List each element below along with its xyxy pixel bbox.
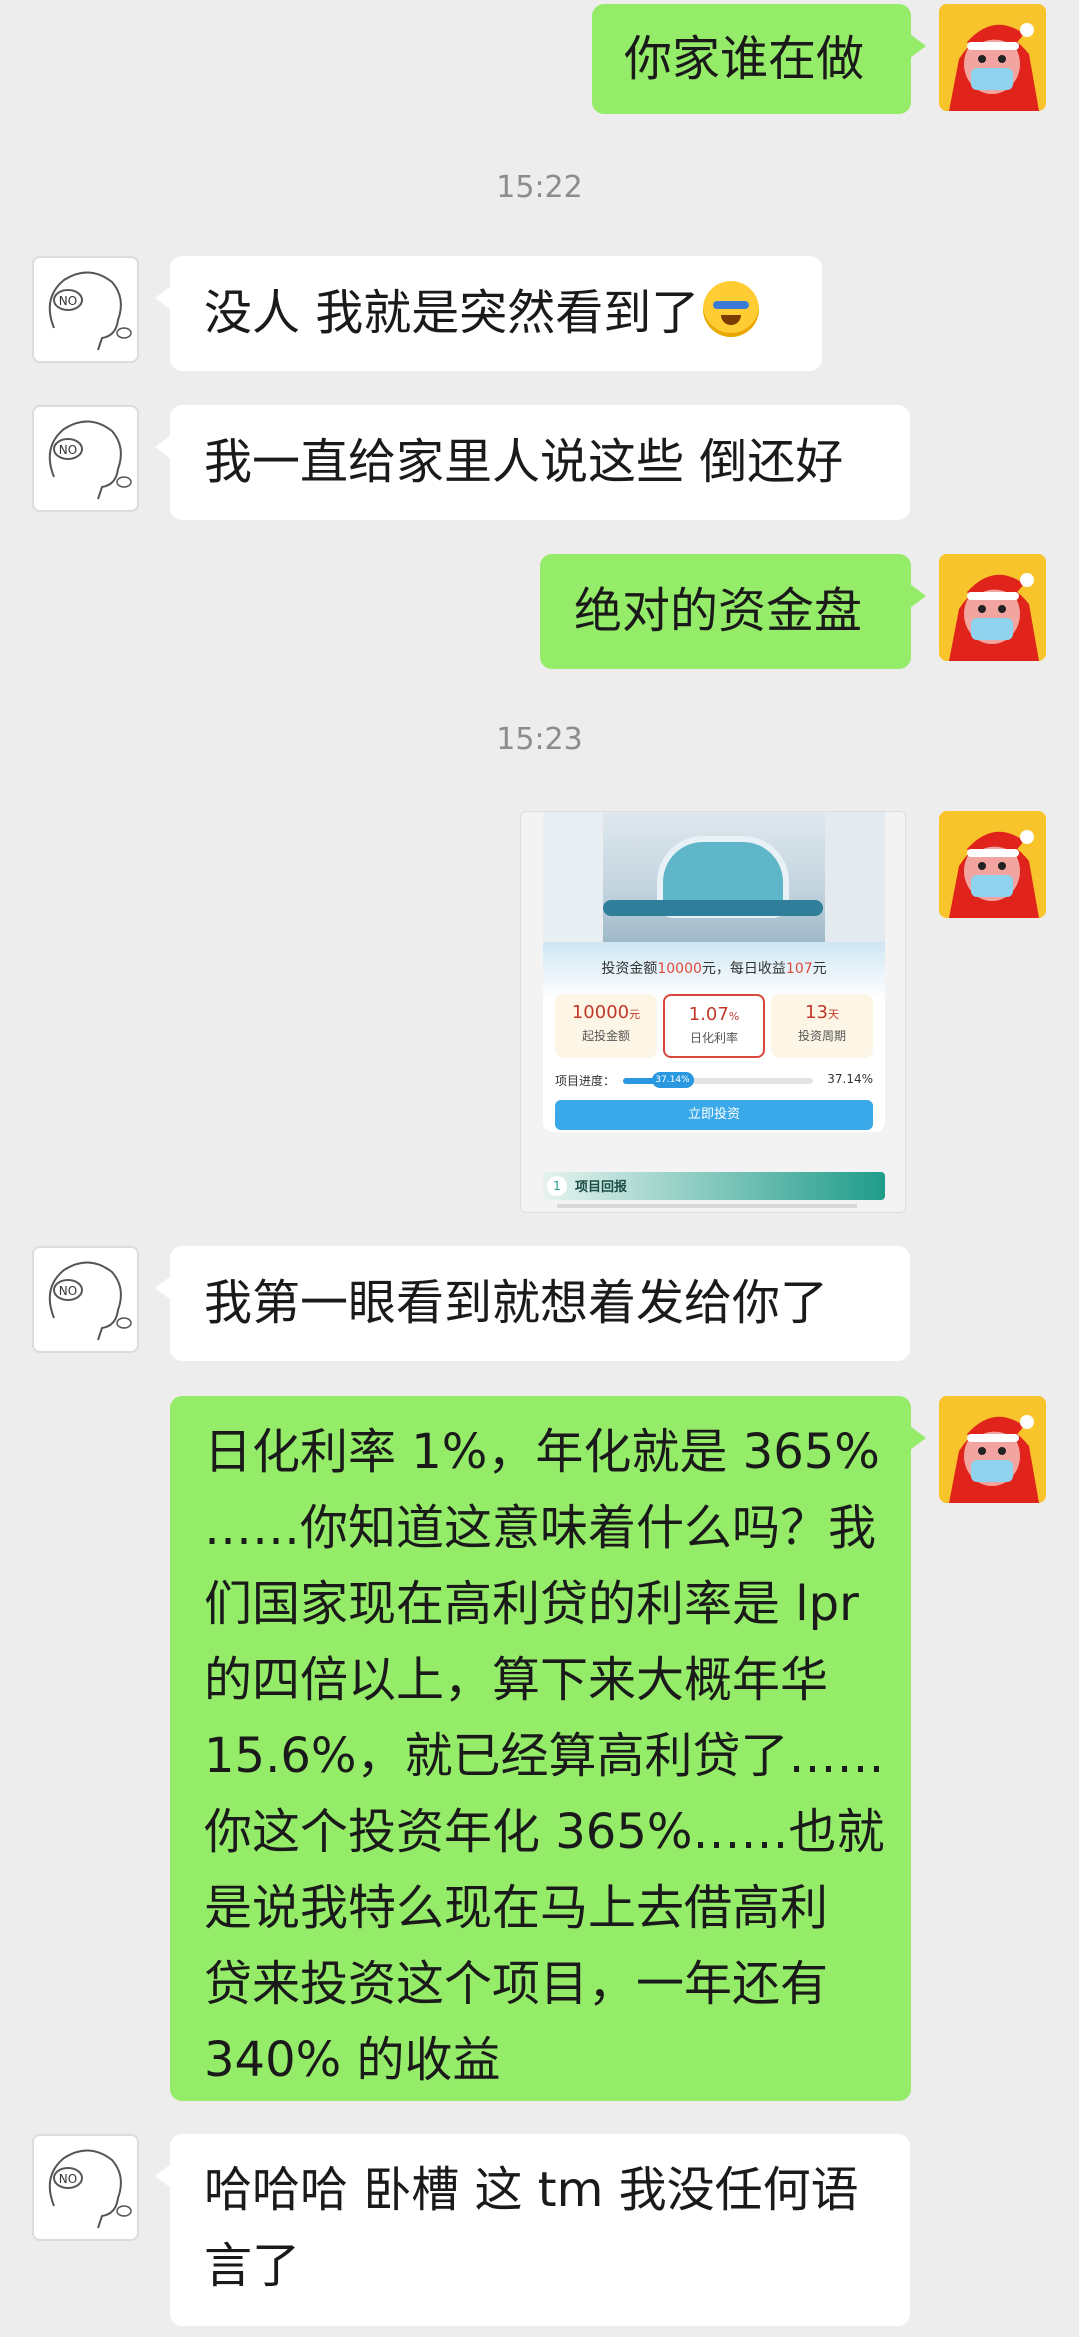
message-line: 340% 的收益 — [204, 2032, 501, 2088]
self-avatar[interactable] — [939, 1396, 1046, 1503]
progress-bar: 37.14% — [623, 1072, 813, 1088]
timestamp: 15:23 — [496, 722, 583, 757]
message-bubble-other[interactable]: 没人 我就是突然看到了 — [155, 256, 822, 371]
svg-text:NO: NO — [59, 294, 77, 308]
message-line: 贷来投资这个项目，一年还有 — [204, 1956, 829, 2012]
santa-kid-avatar-icon — [939, 811, 1046, 918]
stat-period: 13天 投资周期 — [771, 994, 873, 1058]
self-avatar[interactable] — [939, 811, 1046, 918]
progress-pill: 37.14% — [651, 1072, 694, 1088]
face-palm-emoji-icon — [703, 281, 760, 337]
message-text: 我第一眼看到就想着发给你了 — [204, 1275, 829, 1331]
message-line: 15.6%，就已经算高利贷了…… — [204, 1728, 885, 1784]
svg-text:NO: NO — [59, 1284, 77, 1298]
message-line: ……你知道这意味着什么吗？我 — [204, 1500, 877, 1556]
message-bubble-other[interactable]: 我第一眼看到就想着发给你了 — [155, 1246, 910, 1361]
message-line: 们国家现在高利贷的利率是 lpr — [204, 1576, 859, 1632]
stat-min-investment: 10000元 起投金额 — [555, 994, 657, 1058]
shared-screenshot-image[interactable]: 投资金额10000元，每日收益107元 10000元 起投金额 1.07% 日化… — [520, 811, 906, 1213]
message-line: 的四倍以上，算下来大概年华 — [204, 1652, 829, 1708]
stat-daily-rate: 1.07% 日化利率 — [663, 994, 765, 1058]
other-avatar[interactable]: NO — [32, 1246, 139, 1353]
investment-summary: 投资金额10000元，每日收益107元 — [601, 961, 827, 977]
message-text: 我一直给家里人说这些 倒还好 — [204, 434, 844, 490]
message-line: 你这个投资年化 365%……也就 — [204, 1804, 885, 1860]
self-avatar[interactable] — [939, 554, 1046, 661]
project-return-header: 1 项目回报 — [543, 1172, 885, 1200]
santa-kid-avatar-icon — [939, 1396, 1046, 1503]
message-bubble-other[interactable]: 我一直给家里人说这些 倒还好 — [155, 405, 910, 520]
message-line: 日化利率 1%，年化就是 365% — [204, 1424, 880, 1480]
other-avatar[interactable]: NO — [32, 405, 139, 512]
other-avatar[interactable]: NO — [32, 256, 139, 363]
message-text: 没人 我就是突然看到了 — [204, 285, 700, 341]
cut-text-line — [557, 1204, 857, 1208]
sketch-head-avatar-icon: NO — [48, 420, 132, 500]
sketch-head-avatar-icon: NO — [48, 271, 132, 351]
message-line: 哈哈哈 卧槽 这 tm 我没任何语 — [204, 2162, 859, 2218]
self-avatar[interactable] — [939, 4, 1046, 111]
svg-text:NO: NO — [59, 443, 77, 457]
message-bubble-self[interactable]: 日化利率 1%，年化就是 365% ……你知道这意味着什么吗？我 们国家现在高利… — [170, 1396, 926, 2101]
message-line: 言了 — [204, 2238, 301, 2294]
progress-percent: 37.14% — [827, 1072, 873, 1086]
message-text: 你家谁在做 — [624, 31, 865, 87]
santa-kid-avatar-icon — [939, 554, 1046, 661]
message-text: 绝对的资金盘 — [574, 583, 863, 639]
message-bubble-other[interactable]: 哈哈哈 卧槽 这 tm 我没任何语 言了 — [155, 2134, 910, 2326]
santa-kid-avatar-icon — [939, 4, 1046, 111]
message-bubble-self[interactable]: 绝对的资金盘 — [540, 554, 926, 669]
progress-label: 项目进度： — [555, 1074, 616, 1088]
svg-text:NO: NO — [59, 2172, 77, 2186]
invest-now-button: 立即投资 — [555, 1100, 873, 1130]
message-line: 是说我特么现在马上去借高利 — [204, 1880, 829, 1936]
hero-image — [543, 812, 885, 942]
message-bubble-self[interactable]: 你家谁在做 — [592, 4, 926, 114]
sketch-head-avatar-icon: NO — [48, 2149, 132, 2229]
investment-panel: 投资金额10000元，每日收益107元 10000元 起投金额 1.07% 日化… — [543, 942, 885, 1132]
other-avatar[interactable]: NO — [32, 2134, 139, 2241]
sketch-head-avatar-icon: NO — [48, 1261, 132, 1341]
timestamp: 15:22 — [496, 170, 583, 205]
